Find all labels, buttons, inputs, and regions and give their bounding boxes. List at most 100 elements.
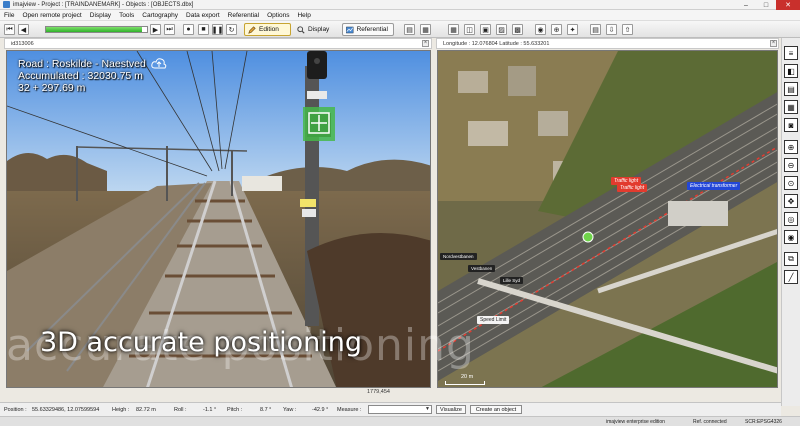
map-panel-header: Longitude : 12.076804 Latitude : 55.6332… (436, 38, 779, 49)
zoom-out-icon[interactable]: ⊖ (784, 158, 798, 172)
target-icon[interactable]: ◎ (784, 212, 798, 226)
zoom-extent-icon[interactable]: ⊙ (784, 176, 798, 190)
split-view-icon[interactable]: ◫ (464, 24, 475, 35)
footer-bar: imajview enterprise edition Ref. connect… (0, 416, 800, 426)
street-label: Vestbanen (468, 265, 496, 272)
road-info-overlay: Road : Roskilde - Naestved Accumulated :… (18, 58, 146, 94)
pause-icon[interactable]: ❚❚ (212, 24, 223, 35)
menu-open-remote-project[interactable]: Open remote project (22, 12, 81, 19)
photo-panel-close-icon[interactable]: × (422, 40, 429, 47)
object-settings-icon[interactable]: ✦ (567, 24, 578, 35)
previous-frame-button[interactable]: ◀ (18, 24, 29, 35)
street-label: Nordvestbanen (440, 253, 477, 260)
map-panel-close-icon[interactable]: × (770, 40, 777, 47)
playback-progress-bar[interactable] (45, 26, 148, 33)
zoom-in-icon[interactable]: ⊕ (784, 140, 798, 154)
camera-settings-icon[interactable]: ◉ (535, 24, 546, 35)
export-icon[interactable]: ⇩ (606, 24, 617, 35)
split-icon[interactable]: ◧ (784, 64, 798, 78)
chainage: 32 + 297.69 m (18, 82, 86, 94)
height-value: 82.72 m (136, 407, 156, 413)
position-label: Position : (4, 407, 27, 413)
main-toolbar: ⏮ ◀ ▶ ⏭ ● ■ ❚❚ ↻ Edition Display Referen… (0, 21, 800, 38)
camera-icon[interactable]: ◙ (784, 118, 798, 132)
draw-icon[interactable]: ◉ (784, 230, 798, 244)
create-object-button[interactable]: Create an object (470, 405, 522, 414)
photo-id: id313006 (11, 40, 34, 47)
menu-file[interactable]: File (4, 12, 14, 19)
report-icon[interactable]: ▤ (590, 24, 601, 35)
position-value: 55.63329486, 12.07599594 (32, 407, 100, 413)
maximize-button[interactable]: □ (756, 0, 776, 10)
visualize-button[interactable]: Visualize (436, 405, 466, 414)
edition-info: imajview enterprise edition (606, 419, 665, 425)
map-tools-sidebar: ≡ ◧ ▤ ▦ ◙ ⊕ ⊖ ⊙ ✥ ◎ ◉ ⧉ ╱ (781, 38, 800, 406)
image-counter: 1779,454 (367, 389, 390, 395)
yaw-value: -42.9 ° (312, 407, 329, 413)
photo-panel-header: id313006 (4, 38, 432, 49)
imajview-window: imajview - Project : [TRAINDANEMARK] - O… (0, 0, 800, 426)
menu-tools[interactable]: Tools (119, 12, 134, 19)
windows-icon[interactable]: ▦ (420, 24, 431, 35)
minimize-button[interactable]: – (736, 0, 756, 10)
window-controls: – □ ✕ (736, 0, 800, 10)
menu-options[interactable]: Options (267, 12, 289, 19)
edition-label: Edition (259, 26, 279, 33)
menu-bar: File Open remote project Display Tools C… (0, 10, 800, 21)
single-view-icon[interactable]: ▣ (480, 24, 491, 35)
stop-icon[interactable]: ■ (198, 24, 209, 35)
measure-icon[interactable]: ⧉ (784, 252, 798, 266)
target-settings-icon[interactable]: ⊕ (551, 24, 562, 35)
roll-label: Roll : (174, 407, 187, 413)
connection-status: Ref. connected (693, 419, 727, 425)
menu-display[interactable]: Display (90, 12, 111, 19)
pan-icon[interactable]: ✥ (784, 194, 798, 208)
referential-icon (346, 26, 354, 33)
import-icon[interactable]: ⇧ (622, 24, 633, 35)
record-icon[interactable]: ● (183, 24, 194, 35)
map-view-icon[interactable]: ▨ (496, 24, 507, 35)
referential-mode-button[interactable]: Referential (342, 23, 394, 36)
yaw-label: Yaw : (283, 407, 297, 413)
close-button[interactable]: ✕ (776, 0, 800, 10)
accumulated-distance: Accumulated : 32030.75 m (18, 70, 143, 82)
next-frame-button[interactable]: ▶ (150, 24, 161, 35)
chevron-down-icon: ▼ (425, 406, 430, 412)
layout-icon[interactable]: ▤ (404, 24, 415, 35)
grid-view-icon[interactable]: ▦ (448, 24, 459, 35)
magnifier-icon (297, 25, 305, 34)
pencil-icon (248, 25, 256, 34)
roll-value: -1.1 ° (203, 407, 217, 413)
referential-label: Referential (356, 26, 388, 33)
measure-dropdown[interactable]: ▼ (368, 405, 432, 414)
menu-cartography[interactable]: Cartography (142, 12, 178, 19)
first-frame-button[interactable]: ⏮ (4, 24, 15, 35)
menu-help[interactable]: Help (297, 12, 310, 19)
table-icon[interactable]: ▦ (784, 100, 798, 114)
table-icon[interactable]: ▤ (784, 82, 798, 96)
display-label: Display (308, 26, 330, 33)
coordinate-system: SCR:EPSG4326 (745, 419, 782, 425)
title-bar: imajview - Project : [TRAINDANEMARK] - O… (0, 0, 800, 10)
road-name: Road : Roskilde - Naestved (18, 58, 146, 70)
last-frame-button[interactable]: ⏭ (164, 24, 175, 35)
window-title: imajview - Project : [TRAINDANEMARK] - O… (13, 1, 194, 8)
cloud-upload-icon[interactable] (151, 57, 167, 70)
app-logo-icon (3, 1, 10, 8)
menu-data-export[interactable]: Data export (186, 12, 220, 19)
map-scale-label: 20 m (461, 374, 474, 380)
menu-referential[interactable]: Referential (228, 12, 259, 19)
refresh-icon[interactable]: ↻ (226, 24, 237, 35)
electrical-transformer-tag[interactable]: Electrical transformer (687, 182, 741, 190)
pitch-label: Pitch : (227, 407, 243, 413)
traffic-light-tag[interactable]: Traffic light (617, 184, 648, 192)
progress-fill (46, 27, 142, 32)
status-bar: Position : 55.63329486, 12.07599594 Heig… (0, 402, 781, 416)
ruler-icon[interactable]: ╱ (784, 270, 798, 284)
measure-label: Measure : (337, 407, 362, 413)
photo-view-icon[interactable]: ▩ (512, 24, 523, 35)
display-mode-button[interactable]: Display (293, 23, 338, 36)
pitch-value: 8.7 ° (260, 407, 272, 413)
edition-mode-button[interactable]: Edition (244, 23, 291, 36)
layers-icon[interactable]: ≡ (784, 46, 798, 60)
